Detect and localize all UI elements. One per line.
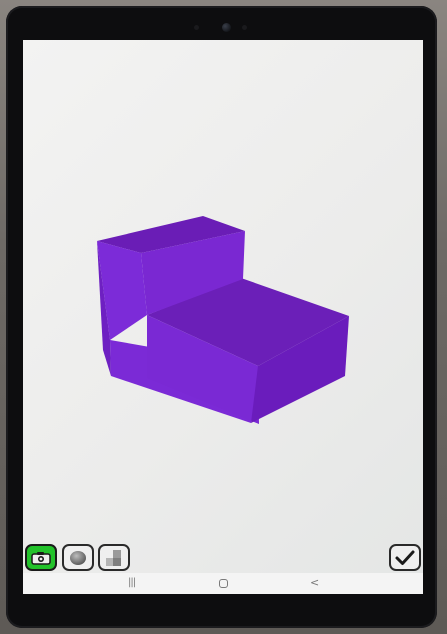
sensor-dot (242, 25, 247, 30)
sphere-mode-button[interactable] (62, 544, 94, 571)
app-screen: ||| < (23, 40, 423, 594)
shape-mode-button[interactable] (98, 544, 130, 571)
back-button[interactable]: < (310, 576, 319, 590)
camera-mode-button[interactable] (25, 544, 57, 571)
confirm-button[interactable] (389, 544, 421, 571)
system-navigation-bar: ||| < (23, 573, 423, 594)
front-camera (222, 23, 231, 32)
3d-viewport[interactable] (23, 40, 423, 594)
checkmark-icon (395, 550, 415, 565)
sphere-icon (70, 550, 86, 565)
shape-icon (106, 549, 121, 566)
camera-icon (31, 551, 51, 565)
sensor-dot (194, 25, 199, 30)
recent-apps-button[interactable]: ||| (128, 576, 136, 590)
tablet-device: ||| < (0, 0, 447, 634)
home-icon[interactable] (219, 579, 228, 588)
